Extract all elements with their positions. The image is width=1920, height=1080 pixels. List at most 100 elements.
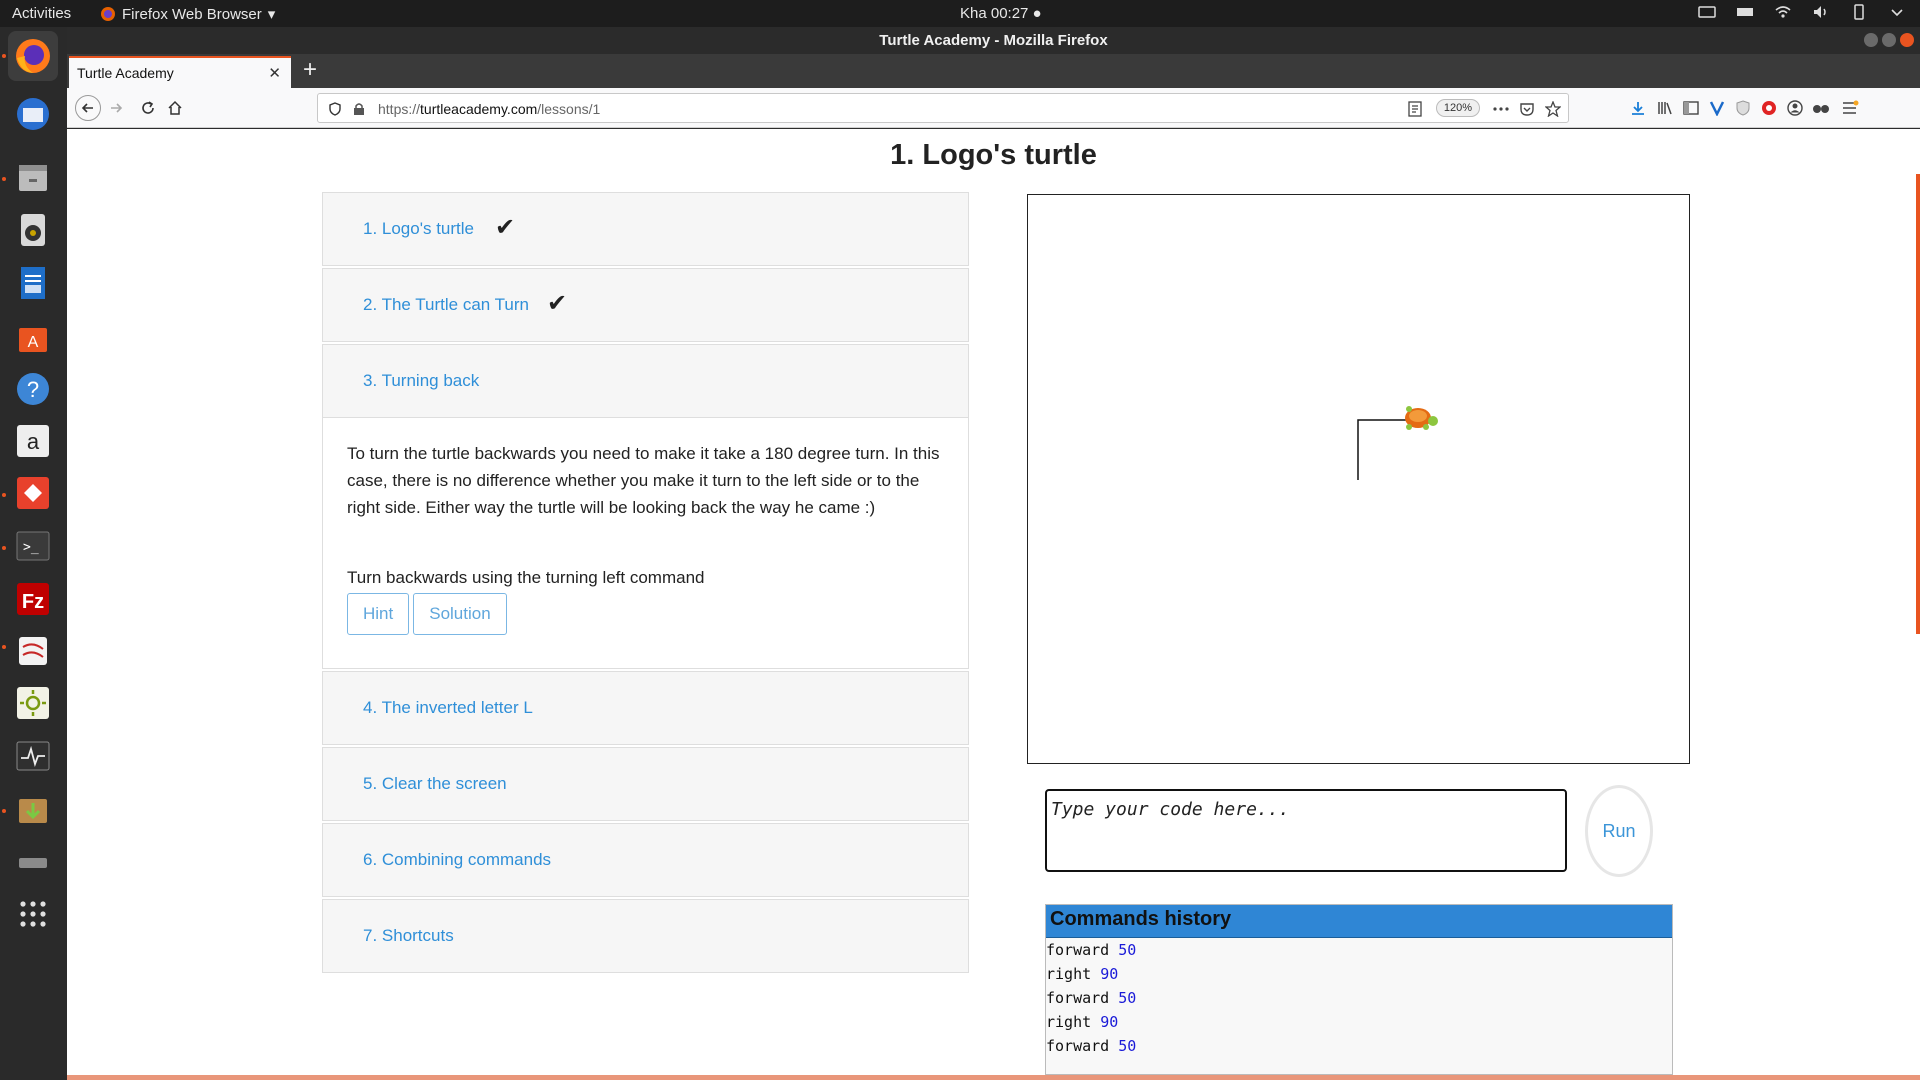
tab-turtle-academy[interactable]: Turtle Academy ✕ bbox=[69, 56, 291, 88]
battery-icon[interactable] bbox=[1850, 3, 1868, 21]
star-icon bbox=[1545, 101, 1561, 117]
dock-thunderbird[interactable] bbox=[8, 89, 58, 139]
dock-software[interactable]: A bbox=[8, 311, 58, 361]
reader-view-button[interactable] bbox=[1404, 98, 1426, 120]
lesson-item-active[interactable]: 3. Turning back bbox=[322, 344, 969, 418]
home-button[interactable] bbox=[164, 97, 186, 119]
page-scrollbar[interactable] bbox=[1916, 174, 1920, 634]
lesson-item[interactable]: 6. Combining commands bbox=[322, 823, 969, 897]
lesson-link[interactable]: 1. Logo's turtle bbox=[363, 219, 474, 239]
chevron-down-icon: ▾ bbox=[267, 6, 276, 23]
dock-writer[interactable] bbox=[8, 258, 58, 308]
history-entry[interactable]: forward 50 bbox=[1046, 1034, 1672, 1058]
history-argument: 90 bbox=[1100, 1013, 1119, 1031]
dock-files[interactable] bbox=[8, 152, 58, 202]
minimize-button[interactable] bbox=[1864, 33, 1878, 47]
menu-button[interactable] bbox=[1839, 97, 1861, 119]
extension-shield-button[interactable] bbox=[1732, 97, 1754, 119]
lesson-item[interactable]: 2. The Turtle can Turn ✔ bbox=[322, 268, 969, 342]
power-menu-icon[interactable] bbox=[1888, 3, 1906, 21]
running-indicator bbox=[2, 645, 6, 649]
show-applications-button[interactable] bbox=[8, 889, 58, 939]
volume-icon[interactable] bbox=[1812, 3, 1830, 21]
library-button[interactable] bbox=[1654, 97, 1676, 119]
lesson-link[interactable]: 6. Combining commands bbox=[363, 850, 551, 870]
new-tab-button[interactable]: + bbox=[303, 58, 317, 82]
shield-extension-icon bbox=[1736, 100, 1750, 116]
keyboard-icon[interactable] bbox=[1698, 3, 1716, 21]
history-entry[interactable]: forward 50 bbox=[1046, 938, 1672, 962]
svg-text:a: a bbox=[27, 429, 40, 454]
site-security-icon[interactable] bbox=[348, 98, 370, 120]
history-command: right bbox=[1046, 965, 1092, 983]
lesson-item[interactable]: 1. Logo's turtle ✔ bbox=[322, 192, 969, 266]
lesson-link[interactable]: 7. Shortcuts bbox=[363, 926, 454, 946]
tracking-protection-icon[interactable] bbox=[324, 98, 346, 120]
archive-icon bbox=[19, 799, 47, 823]
dock-terminal[interactable]: >_ bbox=[8, 521, 58, 571]
lesson-item[interactable]: 5. Clear the screen bbox=[322, 747, 969, 821]
url-host: turtleacademy.com bbox=[420, 101, 538, 117]
wifi-icon[interactable] bbox=[1774, 3, 1792, 21]
pocket-button[interactable] bbox=[1516, 98, 1538, 120]
svg-text:>_: >_ bbox=[23, 540, 39, 555]
history-entry[interactable]: right 90 bbox=[1046, 1010, 1672, 1034]
firefox-icon bbox=[101, 7, 115, 21]
dock-system-monitor[interactable] bbox=[8, 731, 58, 781]
page-title: 1. Logo's turtle bbox=[890, 139, 1097, 171]
dock-amazon[interactable]: a bbox=[8, 416, 58, 466]
account-button[interactable] bbox=[1784, 97, 1806, 119]
lesson-link[interactable]: 2. The Turtle can Turn bbox=[363, 295, 529, 315]
solution-button[interactable]: Solution bbox=[413, 593, 507, 635]
amazon-icon: a bbox=[17, 425, 49, 457]
reload-button[interactable] bbox=[137, 97, 159, 119]
extension-record-button[interactable] bbox=[1758, 97, 1780, 119]
history-entry[interactable]: forward 50 bbox=[1046, 986, 1672, 1010]
lesson-link[interactable]: 5. Clear the screen bbox=[363, 774, 507, 794]
clock[interactable]: Kha 00:27 ● bbox=[960, 5, 1042, 22]
dock-firefox[interactable] bbox=[8, 31, 58, 81]
history-entry[interactable]: right 90 bbox=[1046, 962, 1672, 986]
lesson-link[interactable]: 3. Turning back bbox=[363, 371, 479, 391]
lesson-item[interactable]: 4. The inverted letter L bbox=[322, 671, 969, 745]
thunderbird-icon bbox=[17, 98, 49, 130]
extension-v-button[interactable] bbox=[1706, 97, 1728, 119]
checkmark-icon: ✔ bbox=[547, 290, 568, 317]
bookmark-button[interactable] bbox=[1542, 98, 1564, 120]
dock-notes[interactable] bbox=[8, 626, 58, 676]
close-window-button[interactable] bbox=[1900, 33, 1914, 47]
history-argument: 90 bbox=[1100, 965, 1119, 983]
lesson-item[interactable]: 7. Shortcuts bbox=[322, 899, 969, 973]
dock-rhythmbox[interactable] bbox=[8, 205, 58, 255]
activities-button[interactable]: Activities bbox=[12, 5, 71, 22]
document-icon bbox=[21, 267, 45, 299]
close-tab-icon[interactable]: ✕ bbox=[268, 64, 281, 82]
code-input[interactable] bbox=[1045, 789, 1567, 872]
dock-brightness[interactable] bbox=[8, 678, 58, 728]
extension-glasses-button[interactable] bbox=[1810, 97, 1832, 119]
system-monitor-icon bbox=[16, 741, 50, 771]
page-actions-button[interactable] bbox=[1490, 98, 1512, 120]
downloads-button[interactable] bbox=[1627, 97, 1649, 119]
dock-anydesk[interactable] bbox=[8, 468, 58, 518]
lesson-link[interactable]: 4. The inverted letter L bbox=[363, 698, 533, 718]
url-text[interactable]: https://turtleacademy.com/lessons/1 bbox=[378, 101, 600, 117]
url-bar[interactable]: https://turtleacademy.com/lessons/1 120% bbox=[317, 93, 1569, 123]
dock-filezilla[interactable]: Fz bbox=[8, 574, 58, 624]
forward-button[interactable] bbox=[105, 97, 127, 119]
window-title: Turtle Academy - Mozilla Firefox bbox=[879, 32, 1108, 49]
remote-desktop-icon bbox=[17, 477, 49, 509]
turtle-canvas[interactable] bbox=[1027, 194, 1690, 764]
dock-archive-manager[interactable] bbox=[8, 784, 58, 834]
back-button[interactable] bbox=[75, 95, 101, 121]
input-method-icon[interactable] bbox=[1736, 3, 1754, 21]
lesson-accordion: 1. Logo's turtle ✔ 2. The Turtle can Tur… bbox=[322, 192, 969, 975]
dock-drive[interactable] bbox=[8, 837, 58, 887]
run-button[interactable]: Run bbox=[1585, 785, 1653, 877]
hint-button[interactable]: Hint bbox=[347, 593, 410, 635]
maximize-button[interactable] bbox=[1882, 33, 1896, 47]
sidebar-button[interactable] bbox=[1680, 97, 1702, 119]
dock-help[interactable]: ? bbox=[8, 364, 58, 414]
zoom-level-badge[interactable]: 120% bbox=[1435, 99, 1480, 117]
app-menu[interactable]: Firefox Web Browser ▾ bbox=[100, 5, 275, 23]
